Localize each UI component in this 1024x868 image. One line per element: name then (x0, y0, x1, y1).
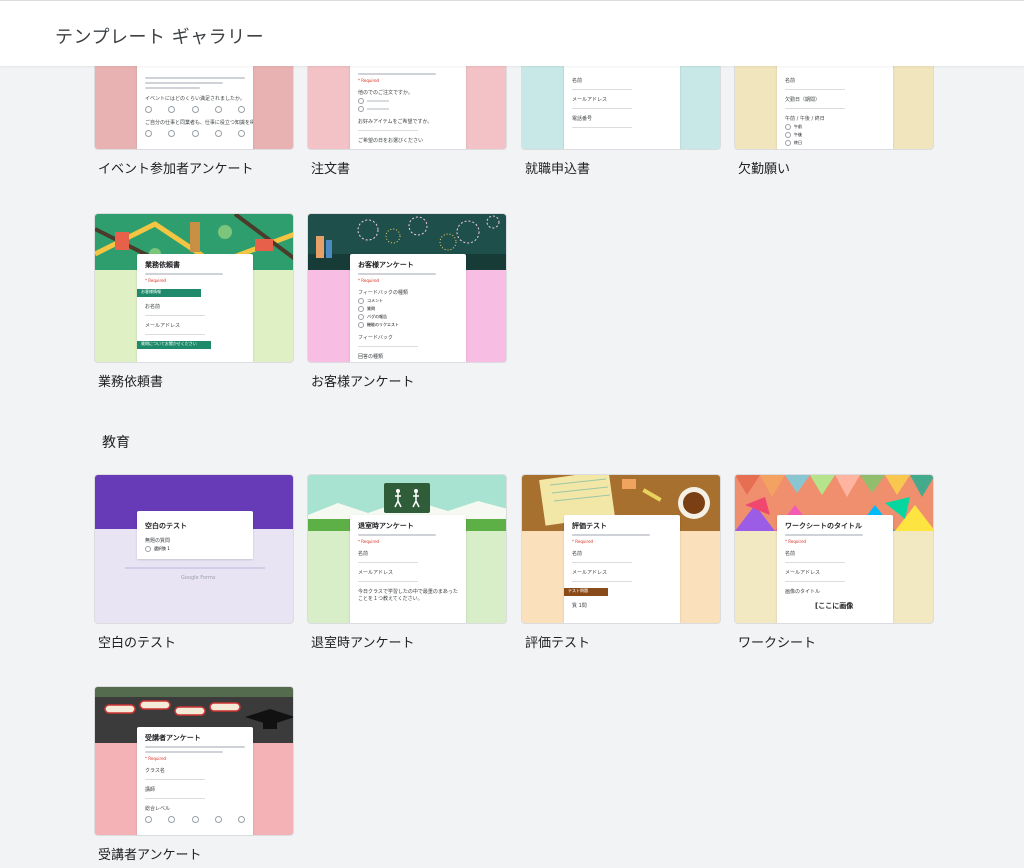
template-label[interactable]: 就職申込書 (525, 158, 590, 177)
template-thumbnail[interactable]: お客様アンケート * Required フィードバックの種類 コメント 質問 バ… (307, 213, 507, 363)
template-card-student-survey[interactable]: 受講者アンケート * Required クラス名 講師 総合レベル 受講者アンケ… (94, 686, 294, 863)
section-title-education: 教育 (102, 435, 130, 451)
template-card-evaluation-test[interactable]: 評価テスト * Required 名前 メールアドレス テスト問題 質 1問 評… (521, 474, 721, 651)
template-label[interactable]: 業務依頼書 (98, 371, 163, 390)
form-preview: 空白のテスト 無題の質問 選択肢 1 (137, 511, 253, 559)
template-label[interactable]: 退室時アンケート (311, 632, 414, 651)
template-label[interactable]: イベント参加者アンケート (98, 158, 253, 177)
template-card-customer-survey[interactable]: お客様アンケート * Required フィードバックの種類 コメント 質問 バ… (307, 213, 507, 390)
template-thumbnail[interactable]: ワークシートのタイトル * Required 名前 メールアドレス 画像のタイト… (734, 474, 934, 624)
template-thumbnail[interactable]: 退室時アンケート * Required 名前 メールアドレス 今日クラスで学習し… (307, 474, 507, 624)
template-label[interactable]: お客様アンケート (311, 371, 414, 390)
template-label[interactable]: 評価テスト (525, 632, 590, 651)
template-thumbnail[interactable]: 評価テスト * Required 名前 メールアドレス テスト問題 質 1問 (521, 474, 721, 624)
template-thumbnail[interactable]: 受講者アンケート * Required クラス名 講師 総合レベル (94, 686, 294, 836)
form-preview: 受講者アンケート * Required クラス名 講師 総合レベル (137, 727, 253, 835)
gallery-header: テンプレート ギャラリー (0, 0, 1024, 66)
template-card-worksheet[interactable]: ワークシートのタイトル * Required 名前 メールアドレス 画像のタイト… (734, 474, 934, 651)
template-label[interactable]: 欠勤願い (738, 158, 790, 177)
template-label[interactable]: 空白のテスト (98, 632, 176, 651)
template-card-blank-quiz[interactable]: 空白のテスト 無題の質問 選択肢 1 Google Forms 空白のテスト (94, 474, 294, 651)
page-title: テンプレート ギャラリー (55, 27, 265, 48)
template-label[interactable]: 注文書 (311, 158, 350, 177)
template-label[interactable]: ワークシート (738, 632, 816, 651)
form-preview: 業務依頼書 * Required お客様情報 お名前 メールアドレス 質問につい… (137, 254, 253, 362)
form-preview: ワークシートのタイトル * Required 名前 メールアドレス 画像のタイト… (777, 515, 893, 623)
template-card-exit-ticket[interactable]: 退室時アンケート * Required 名前 メールアドレス 今日クラスで学習し… (307, 474, 507, 651)
google-forms-footer: Google Forms (181, 575, 216, 581)
template-thumbnail[interactable]: 業務依頼書 * Required お客様情報 お名前 メールアドレス 質問につい… (94, 213, 294, 363)
template-label[interactable]: 受講者アンケート (98, 844, 201, 863)
form-preview: 退室時アンケート * Required 名前 メールアドレス 今日クラスで学習し… (350, 515, 466, 623)
template-thumbnail[interactable]: 空白のテスト 無題の質問 選択肢 1 Google Forms (94, 474, 294, 624)
form-preview: お客様アンケート * Required フィードバックの種類 コメント 質問 バ… (350, 254, 466, 362)
form-preview: 評価テスト * Required 名前 メールアドレス テスト問題 質 1問 (564, 515, 680, 623)
template-card-work-request[interactable]: 業務依頼書 * Required お客様情報 お名前 メールアドレス 質問につい… (94, 213, 294, 390)
